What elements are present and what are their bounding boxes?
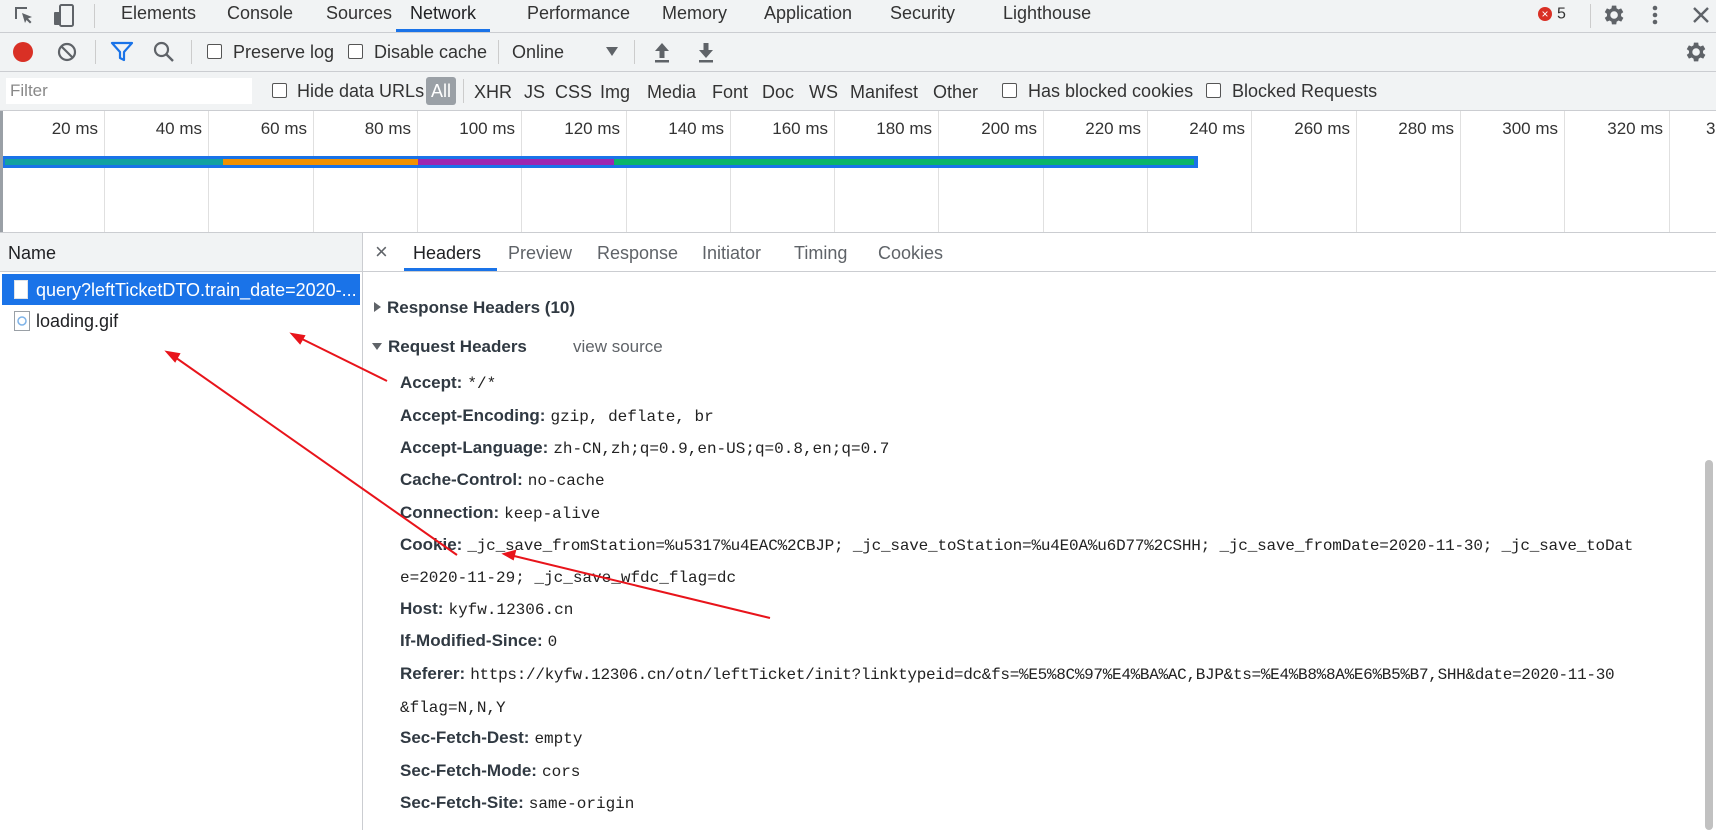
annotation-arrowhead (501, 549, 517, 561)
annotation-arrow-line (509, 554, 771, 619)
annotation-arrows (164, 332, 771, 619)
annotation-arrow-line (297, 336, 388, 382)
annotation-arrowhead (289, 332, 306, 345)
annotation-arrow-line (171, 354, 458, 556)
